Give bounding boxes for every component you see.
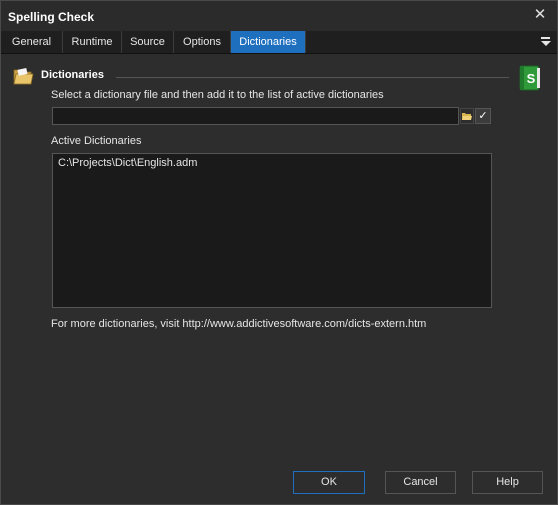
folder-open-icon <box>462 113 472 120</box>
ok-button[interactable]: OK <box>293 471 365 494</box>
tab-options[interactable]: Options <box>174 31 231 53</box>
tab-bar: General Runtime Source Options Dictionar… <box>1 31 557 54</box>
title-bar: Spelling Check ✕ <box>1 1 557 31</box>
add-dictionary-button[interactable]: ✓ <box>475 108 491 124</box>
window-title: Spelling Check <box>8 10 95 24</box>
more-dictionaries-note: For more dictionaries, visit http://www.… <box>51 318 427 330</box>
cancel-button[interactable]: Cancel <box>385 471 456 494</box>
browse-button[interactable] <box>460 108 474 124</box>
help-button[interactable]: Help <box>472 471 543 494</box>
dictionary-file-prompt: Select a dictionary file and then add it… <box>51 89 384 101</box>
spelling-check-window: Spelling Check ✕ General Runtime Source … <box>0 0 558 505</box>
tab-general[interactable]: General <box>1 31 63 53</box>
folder-icon <box>13 68 34 85</box>
close-button[interactable]: ✕ <box>531 6 549 24</box>
svg-text:S: S <box>527 71 536 86</box>
tab-runtime[interactable]: Runtime <box>63 31 122 53</box>
dictionary-file-input[interactable] <box>52 107 459 125</box>
list-item[interactable]: C:\Projects\Dict\English.adm <box>58 157 197 169</box>
section-divider <box>116 77 509 78</box>
book-icon: S <box>519 65 540 91</box>
tab-dictionaries[interactable]: Dictionaries <box>231 31 306 53</box>
active-dictionaries-list[interactable]: C:\Projects\Dict\English.adm <box>52 153 492 308</box>
tab-source[interactable]: Source <box>122 31 174 53</box>
section-title: Dictionaries <box>41 69 104 81</box>
dictionaries-page: Dictionaries S Select a dictionary file … <box>1 54 557 504</box>
active-dictionaries-label: Active Dictionaries <box>51 135 142 147</box>
tab-overflow-menu-icon[interactable] <box>540 35 552 49</box>
